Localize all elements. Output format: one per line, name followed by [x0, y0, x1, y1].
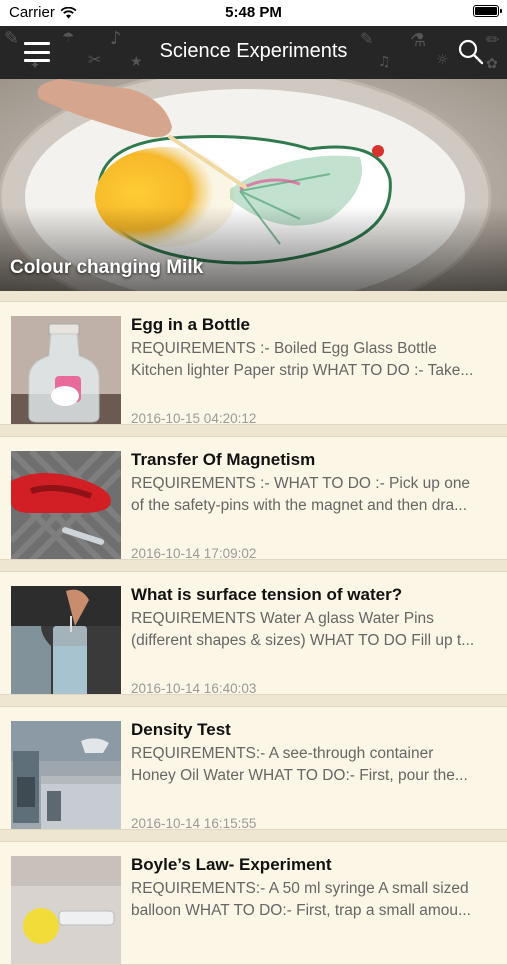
item-date: 2016-10-14 17:09:02	[131, 546, 257, 560]
item-description: REQUIREMENTS :- WHAT TO DO :- Pick up on…	[131, 475, 471, 514]
list-item[interactable]: Egg in a Bottle REQUIREMENTS :- Boiled E…	[0, 301, 507, 425]
item-title: Boyle’s Law- Experiment	[131, 855, 332, 874]
list-item[interactable]: Transfer Of Magnetism REQUIREMENTS :- WH…	[0, 436, 507, 560]
battery-icon	[473, 5, 502, 17]
item-title: Egg in a Bottle	[131, 315, 250, 334]
thumbnail-magnetism	[11, 451, 121, 559]
search-icon	[458, 39, 484, 65]
item-description: REQUIREMENTS :- Boiled Egg Glass Bottle K…	[131, 340, 474, 379]
item-date: 2016-10-14 16:15:55	[131, 816, 257, 830]
item-title: What is surface tension of water?	[131, 585, 403, 604]
item-date: 2016-10-14 16:40:03	[131, 681, 257, 695]
list-item[interactable]: Boyle’s Law- Experiment REQUIREMENTS:- A…	[0, 841, 507, 965]
item-description: REQUIREMENTS:- A 50 ml syringe A small s…	[131, 880, 471, 919]
thumbnail-surface-tension	[11, 586, 121, 694]
nav-bar: ✎ ☂ ✂ ♪ ★ ✎ ♫ ⚗ ☼ ✏ ✿ ✦ Science Experime…	[0, 26, 507, 79]
thumbnail-density-test	[11, 721, 121, 829]
search-button[interactable]	[457, 38, 485, 66]
item-description: REQUIREMENTS Water A glass Water Pins (di…	[131, 610, 475, 649]
item-description: REQUIREMENTS:- A see-through container Ho…	[131, 745, 468, 784]
status-bar: Carrier 5:48 PM	[0, 0, 507, 26]
thumbnail-egg-in-bottle	[11, 316, 121, 424]
list-item[interactable]: Density Test REQUIREMENTS:- A see-throug…	[0, 706, 507, 830]
page-title: Science Experiments	[159, 40, 348, 62]
list-item[interactable]: What is surface tension of water? REQUIR…	[0, 571, 507, 695]
clock: 5:48 PM	[225, 4, 282, 21]
featured-caption: Colour changing Milk	[10, 257, 204, 278]
thumbnail-boyles-law	[11, 856, 121, 964]
featured-experiment[interactable]: Colour changing Milk	[0, 79, 507, 291]
item-date: 2016-10-15 04:20:12	[131, 411, 257, 425]
item-title: Density Test	[131, 720, 231, 739]
item-title: Transfer Of Magnetism	[131, 450, 316, 469]
